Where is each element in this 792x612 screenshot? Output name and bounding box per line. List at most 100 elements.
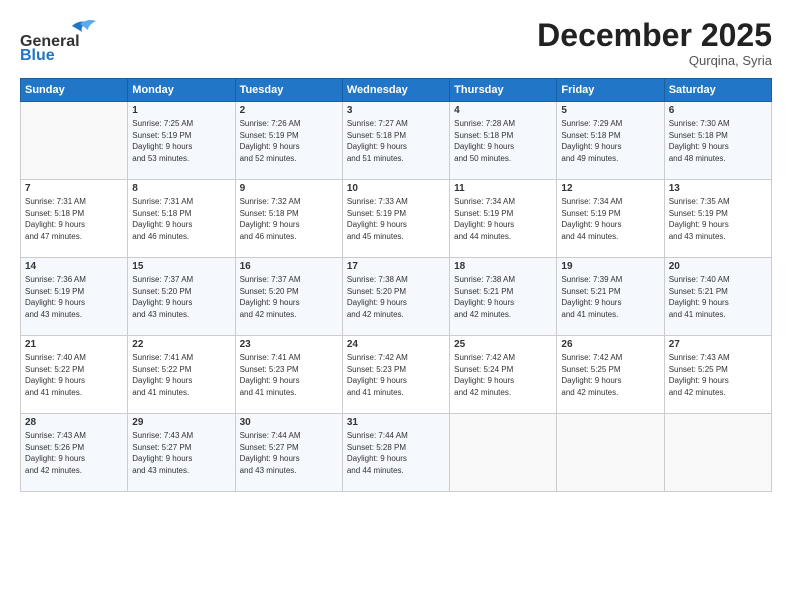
col-monday: Monday xyxy=(128,79,235,102)
day-number: 10 xyxy=(347,183,445,194)
day-number: 11 xyxy=(454,183,552,194)
day-info: Sunrise: 7:34 AM Sunset: 5:19 PM Dayligh… xyxy=(561,196,659,242)
day-info: Sunrise: 7:31 AM Sunset: 5:18 PM Dayligh… xyxy=(132,196,230,242)
calendar-table: Sunday Monday Tuesday Wednesday Thursday… xyxy=(20,78,772,492)
day-number: 7 xyxy=(25,183,123,194)
day-cell: 19 Sunrise: 7:39 AM Sunset: 5:21 PM Dayli… xyxy=(557,258,664,336)
col-thursday: Thursday xyxy=(450,79,557,102)
day-number: 18 xyxy=(454,261,552,272)
day-info: Sunrise: 7:38 AM Sunset: 5:20 PM Dayligh… xyxy=(347,274,445,320)
week-row-1: 1 Sunrise: 7:25 AM Sunset: 5:19 PM Daylig… xyxy=(21,102,772,180)
day-info: Sunrise: 7:31 AM Sunset: 5:18 PM Dayligh… xyxy=(25,196,123,242)
day-cell xyxy=(21,102,128,180)
day-info: Sunrise: 7:32 AM Sunset: 5:18 PM Dayligh… xyxy=(240,196,338,242)
day-number: 16 xyxy=(240,261,338,272)
day-number: 15 xyxy=(132,261,230,272)
day-info: Sunrise: 7:40 AM Sunset: 5:22 PM Dayligh… xyxy=(25,352,123,398)
day-info: Sunrise: 7:30 AM Sunset: 5:18 PM Dayligh… xyxy=(669,118,767,164)
day-cell: 22 Sunrise: 7:41 AM Sunset: 5:22 PM Dayli… xyxy=(128,336,235,414)
day-info: Sunrise: 7:44 AM Sunset: 5:28 PM Dayligh… xyxy=(347,430,445,476)
day-info: Sunrise: 7:41 AM Sunset: 5:23 PM Dayligh… xyxy=(240,352,338,398)
day-cell: 12 Sunrise: 7:34 AM Sunset: 5:19 PM Dayli… xyxy=(557,180,664,258)
day-info: Sunrise: 7:25 AM Sunset: 5:19 PM Dayligh… xyxy=(132,118,230,164)
week-row-2: 7 Sunrise: 7:31 AM Sunset: 5:18 PM Daylig… xyxy=(21,180,772,258)
logo-block: General Blue xyxy=(20,18,100,67)
day-number: 27 xyxy=(669,339,767,350)
day-number: 29 xyxy=(132,417,230,428)
day-number: 5 xyxy=(561,105,659,116)
day-cell: 29 Sunrise: 7:43 AM Sunset: 5:27 PM Dayli… xyxy=(128,414,235,492)
day-number: 17 xyxy=(347,261,445,272)
day-info: Sunrise: 7:41 AM Sunset: 5:22 PM Dayligh… xyxy=(132,352,230,398)
day-cell: 15 Sunrise: 7:37 AM Sunset: 5:20 PM Dayli… xyxy=(128,258,235,336)
day-number: 3 xyxy=(347,105,445,116)
day-info: Sunrise: 7:38 AM Sunset: 5:21 PM Dayligh… xyxy=(454,274,552,320)
day-cell: 21 Sunrise: 7:40 AM Sunset: 5:22 PM Dayli… xyxy=(21,336,128,414)
day-info: Sunrise: 7:39 AM Sunset: 5:21 PM Dayligh… xyxy=(561,274,659,320)
day-number: 12 xyxy=(561,183,659,194)
day-number: 28 xyxy=(25,417,123,428)
day-cell: 30Sunrise: 7:44 AM Sunset: 5:27 PM Dayli… xyxy=(235,414,342,492)
day-number: 8 xyxy=(132,183,230,194)
day-number: 4 xyxy=(454,105,552,116)
title-block: December 2025 Qurqina, Syria xyxy=(537,18,772,68)
day-cell: 8 Sunrise: 7:31 AM Sunset: 5:18 PM Daylig… xyxy=(128,180,235,258)
col-friday: Friday xyxy=(557,79,664,102)
day-number: 1 xyxy=(132,105,230,116)
day-cell: 2Sunrise: 7:26 AM Sunset: 5:19 PM Daylig… xyxy=(235,102,342,180)
day-cell: 31Sunrise: 7:44 AM Sunset: 5:28 PM Dayli… xyxy=(342,414,449,492)
week-row-4: 21 Sunrise: 7:40 AM Sunset: 5:22 PM Dayli… xyxy=(21,336,772,414)
day-info: Sunrise: 7:34 AM Sunset: 5:19 PM Dayligh… xyxy=(454,196,552,242)
day-number: 9 xyxy=(240,183,338,194)
day-info: Sunrise: 7:37 AM Sunset: 5:20 PM Dayligh… xyxy=(240,274,338,320)
day-cell: 28 Sunrise: 7:43 AM Sunset: 5:26 PM Dayli… xyxy=(21,414,128,492)
day-cell: 4 Sunrise: 7:28 AM Sunset: 5:18 PM Daylig… xyxy=(450,102,557,180)
day-number: 22 xyxy=(132,339,230,350)
day-number: 21 xyxy=(25,339,123,350)
day-number: 30 xyxy=(240,417,338,428)
day-info: Sunrise: 7:42 AM Sunset: 5:24 PM Dayligh… xyxy=(454,352,552,398)
day-info: Sunrise: 7:43 AM Sunset: 5:26 PM Dayligh… xyxy=(25,430,123,476)
logo-svg: General Blue xyxy=(20,18,100,62)
week-row-5: 28 Sunrise: 7:43 AM Sunset: 5:26 PM Dayli… xyxy=(21,414,772,492)
location-subtitle: Qurqina, Syria xyxy=(537,53,772,68)
month-title: December 2025 xyxy=(537,18,772,53)
day-info: Sunrise: 7:36 AM Sunset: 5:19 PM Dayligh… xyxy=(25,274,123,320)
day-cell xyxy=(557,414,664,492)
day-cell xyxy=(450,414,557,492)
week-row-3: 14 Sunrise: 7:36 AM Sunset: 5:19 PM Dayli… xyxy=(21,258,772,336)
day-cell: 20Sunrise: 7:40 AM Sunset: 5:21 PM Dayli… xyxy=(664,258,771,336)
day-number: 13 xyxy=(669,183,767,194)
header: General Blue December 2025 Qurqina, Syri… xyxy=(20,18,772,68)
svg-text:Blue: Blue xyxy=(20,47,55,62)
day-number: 6 xyxy=(669,105,767,116)
day-cell: 3Sunrise: 7:27 AM Sunset: 5:18 PM Daylig… xyxy=(342,102,449,180)
calendar-page: General Blue December 2025 Qurqina, Syri… xyxy=(0,0,792,612)
day-info: Sunrise: 7:43 AM Sunset: 5:27 PM Dayligh… xyxy=(132,430,230,476)
day-number: 20 xyxy=(669,261,767,272)
day-number: 14 xyxy=(25,261,123,272)
day-cell: 26 Sunrise: 7:42 AM Sunset: 5:25 PM Dayli… xyxy=(557,336,664,414)
day-cell: 13Sunrise: 7:35 AM Sunset: 5:19 PM Dayli… xyxy=(664,180,771,258)
day-cell: 6 Sunrise: 7:30 AM Sunset: 5:18 PM Daylig… xyxy=(664,102,771,180)
day-info: Sunrise: 7:42 AM Sunset: 5:23 PM Dayligh… xyxy=(347,352,445,398)
logo: General Blue xyxy=(20,18,100,67)
day-info: Sunrise: 7:42 AM Sunset: 5:25 PM Dayligh… xyxy=(561,352,659,398)
day-number: 26 xyxy=(561,339,659,350)
day-cell: 5Sunrise: 7:29 AM Sunset: 5:18 PM Daylig… xyxy=(557,102,664,180)
col-tuesday: Tuesday xyxy=(235,79,342,102)
day-cell: 1 Sunrise: 7:25 AM Sunset: 5:19 PM Daylig… xyxy=(128,102,235,180)
day-cell: 18 Sunrise: 7:38 AM Sunset: 5:21 PM Dayli… xyxy=(450,258,557,336)
day-cell: 23 Sunrise: 7:41 AM Sunset: 5:23 PM Dayli… xyxy=(235,336,342,414)
day-number: 19 xyxy=(561,261,659,272)
day-cell xyxy=(664,414,771,492)
day-cell: 24Sunrise: 7:42 AM Sunset: 5:23 PM Dayli… xyxy=(342,336,449,414)
day-cell: 7 Sunrise: 7:31 AM Sunset: 5:18 PM Daylig… xyxy=(21,180,128,258)
day-number: 23 xyxy=(240,339,338,350)
day-info: Sunrise: 7:28 AM Sunset: 5:18 PM Dayligh… xyxy=(454,118,552,164)
day-info: Sunrise: 7:33 AM Sunset: 5:19 PM Dayligh… xyxy=(347,196,445,242)
day-info: Sunrise: 7:43 AM Sunset: 5:25 PM Dayligh… xyxy=(669,352,767,398)
day-info: Sunrise: 7:37 AM Sunset: 5:20 PM Dayligh… xyxy=(132,274,230,320)
col-wednesday: Wednesday xyxy=(342,79,449,102)
day-cell: 11 Sunrise: 7:34 AM Sunset: 5:19 PM Dayli… xyxy=(450,180,557,258)
